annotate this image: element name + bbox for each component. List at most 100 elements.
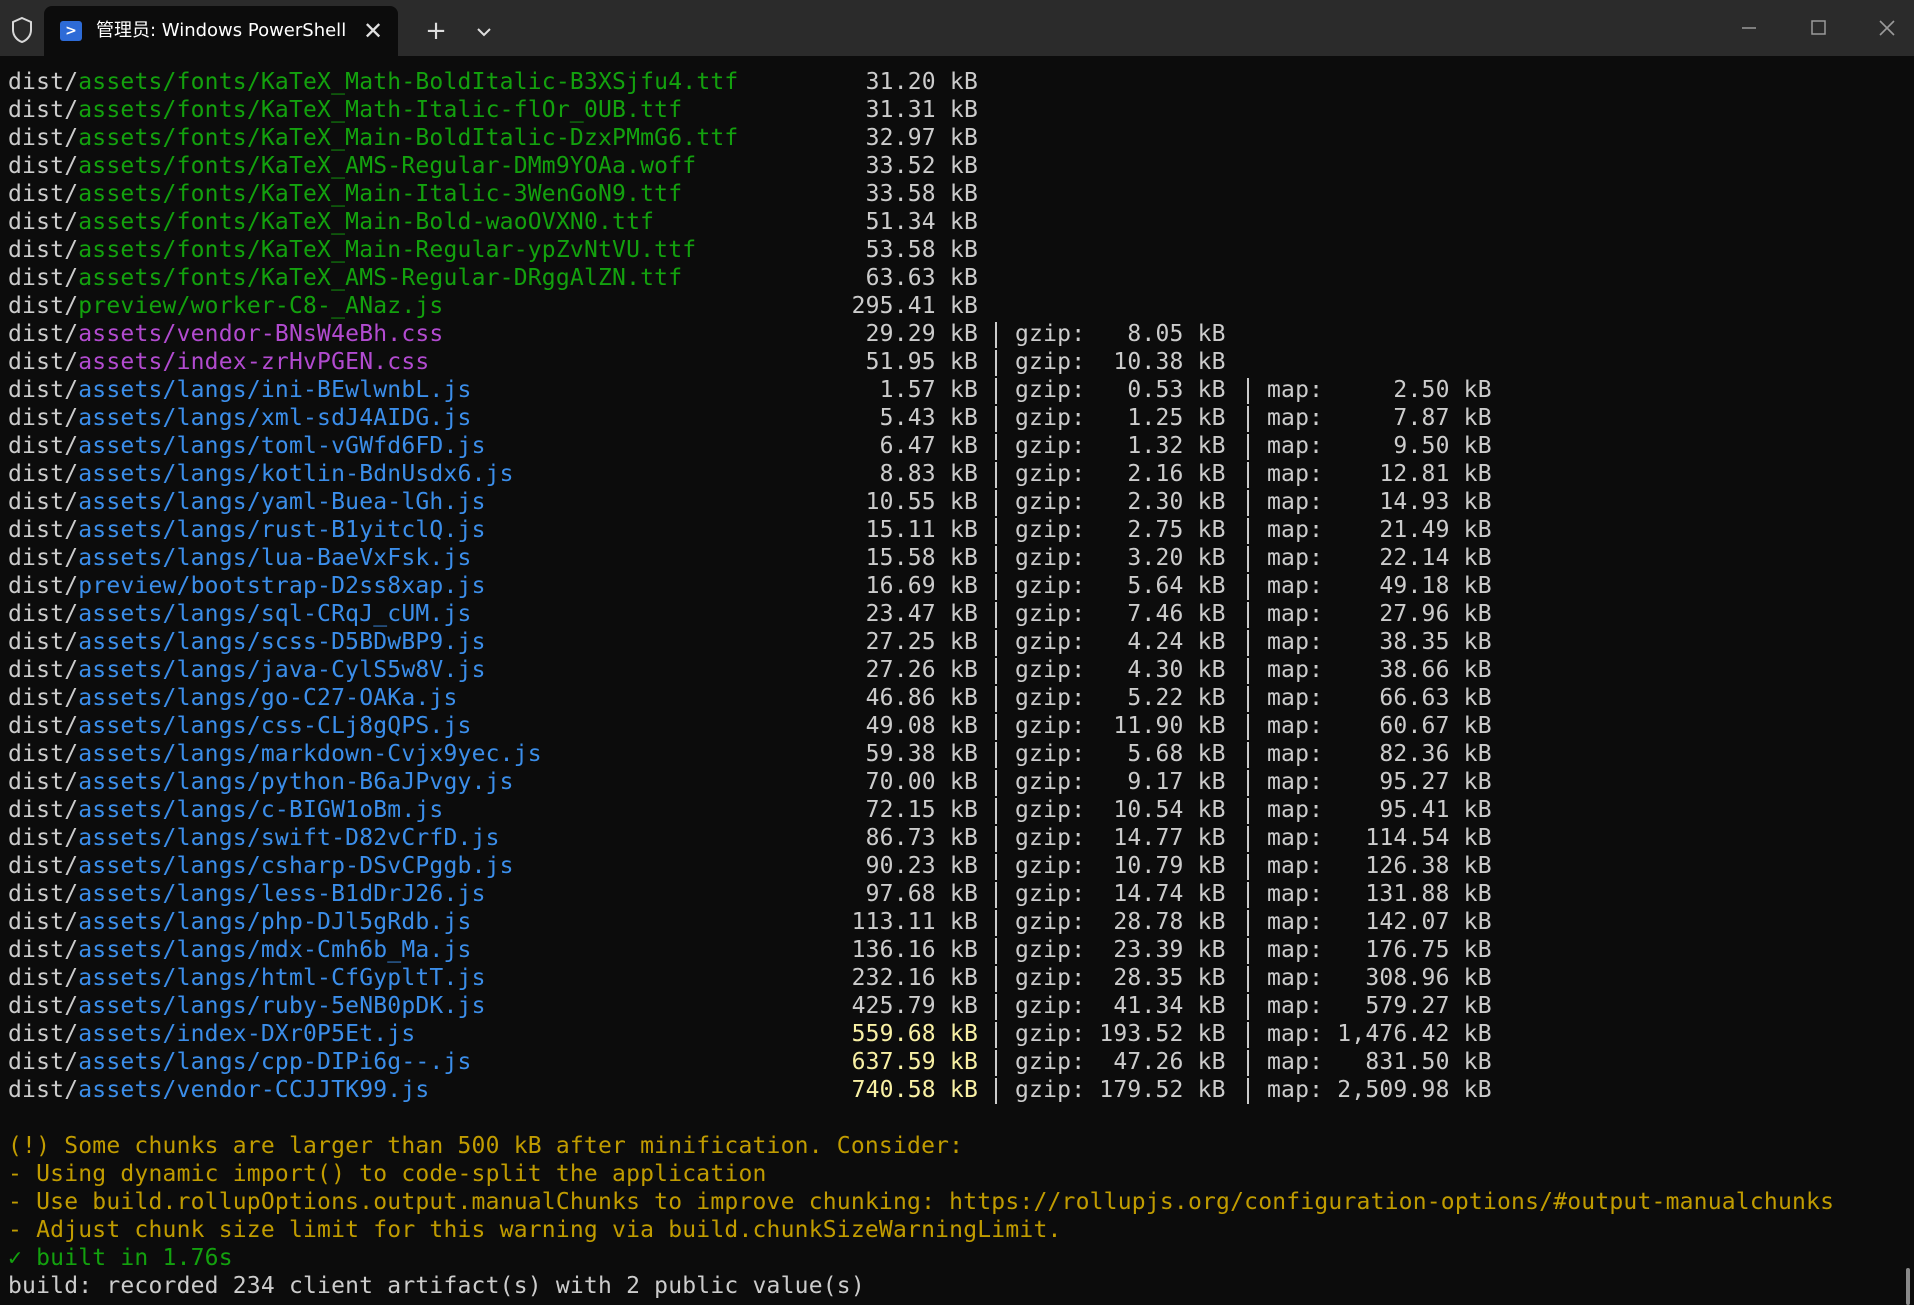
column-separator — [995, 490, 997, 516]
terminal-line: dist/assets/langs/java-CylS5w8V.js 27.26 … — [8, 656, 1906, 684]
column-separator — [1247, 1078, 1249, 1104]
path-prefix: dist/ — [8, 97, 79, 123]
column-separator — [995, 994, 997, 1020]
terminal-line: dist/assets/fonts/KaTeX_Math-Italic-flOr… — [8, 96, 1906, 124]
terminal-output[interactable]: dist/assets/fonts/KaTeX_Math-BoldItalic-… — [8, 68, 1906, 1305]
gzip-size: gzip: 10.79 kB — [1015, 853, 1226, 879]
file-path: assets/fonts/KaTeX_AMS-Regular-DMm9YOAa.… — [78, 153, 697, 179]
column-separator — [995, 798, 997, 824]
map-size: map: 22.14 kB — [1267, 545, 1492, 571]
map-size: map: 27.96 kB — [1267, 601, 1492, 627]
file-path: assets/langs/ruby-5eNB0pDK.js — [78, 993, 486, 1019]
terminal-line: dist/assets/fonts/KaTeX_AMS-Regular-DRgg… — [8, 264, 1906, 292]
file-path: assets/vendor-CCJJTK99.js — [78, 1077, 430, 1103]
terminal-line: dist/assets/vendor-BNsW4eBh.css 29.29 kB g… — [8, 320, 1906, 348]
file-size: 559.68 kB — [851, 1021, 978, 1047]
gzip-size: gzip: 2.16 kB — [1015, 461, 1226, 487]
gzip-size: gzip: 28.78 kB — [1015, 909, 1226, 935]
gzip-size: gzip: 2.75 kB — [1015, 517, 1226, 543]
maximize-button[interactable] — [1798, 14, 1838, 42]
path-prefix: dist/ — [8, 489, 79, 515]
gzip-size: gzip: 4.30 kB — [1015, 657, 1226, 683]
file-size: 136.16 kB — [851, 937, 978, 963]
chevron-down-icon[interactable] — [472, 18, 496, 46]
column-separator — [995, 574, 997, 600]
map-size: map: 9.50 kB — [1267, 433, 1492, 459]
gzip-size: gzip: 8.05 kB — [1015, 321, 1226, 347]
file-path: assets/langs/less-B1dDrJ26.js — [78, 881, 486, 907]
path-prefix: dist/ — [8, 685, 79, 711]
column-separator — [1247, 490, 1249, 516]
gzip-size: gzip: 9.17 kB — [1015, 769, 1226, 795]
title-bar: > 管理员: Windows PowerShell ✕ + — [0, 0, 1914, 56]
shield-icon[interactable] — [10, 16, 34, 44]
close-window-button[interactable] — [1866, 14, 1906, 42]
path-prefix: dist/ — [8, 993, 79, 1019]
path-prefix: dist/ — [8, 797, 79, 823]
map-size: map: 14.93 kB — [1267, 489, 1492, 515]
terminal-line: dist/assets/langs/kotlin-BdnUsdx6.js 8.83… — [8, 460, 1906, 488]
path-prefix: dist/ — [8, 881, 79, 907]
column-separator — [995, 826, 997, 852]
scrollbar[interactable] — [1906, 1268, 1910, 1305]
terminal-line: dist/assets/langs/yaml-Buea-lGh.js 10.55 … — [8, 488, 1906, 516]
terminal-line: dist/assets/fonts/KaTeX_Main-BoldItalic-… — [8, 124, 1906, 152]
minimize-button[interactable] — [1728, 14, 1768, 42]
map-size: map: 66.63 kB — [1267, 685, 1492, 711]
terminal-line: dist/assets/langs/css-CLj8gQPS.js 49.08 k… — [8, 712, 1906, 740]
column-separator — [1247, 798, 1249, 824]
column-separator — [995, 742, 997, 768]
file-path: assets/langs/kotlin-BdnUsdx6.js — [78, 461, 514, 487]
path-prefix: dist/ — [8, 713, 79, 739]
new-tab-button[interactable]: + — [420, 16, 452, 48]
file-path: preview/worker-C8-_ANaz.js — [78, 293, 444, 319]
terminal-line: dist/assets/fonts/KaTeX_AMS-Regular-DMm9… — [8, 152, 1906, 180]
terminal-line: dist/assets/index-zrHvPGEN.css 51.95 kB gz… — [8, 348, 1906, 376]
terminal-line: dist/assets/langs/go-C27-OAKa.js 46.86 kB… — [8, 684, 1906, 712]
map-size: map: 12.81 kB — [1267, 461, 1492, 487]
column-separator — [995, 938, 997, 964]
file-size: 232.16 kB — [851, 965, 978, 991]
column-separator — [995, 322, 997, 348]
file-path: assets/langs/csharp-DSvCPggb.js — [78, 853, 514, 879]
gzip-size: gzip: 10.54 kB — [1015, 797, 1226, 823]
terminal-line: dist/assets/langs/cpp-DIPi6g--.js 637.59 … — [8, 1048, 1906, 1076]
success-line: ✓ built in 1.76s — [8, 1245, 233, 1271]
gzip-size: gzip: 0.53 kB — [1015, 377, 1226, 403]
terminal-line: dist/assets/langs/ruby-5eNB0pDK.js 425.79… — [8, 992, 1906, 1020]
terminal-line: dist/assets/langs/ini-BEwlwnbL.js 1.57 kB… — [8, 376, 1906, 404]
terminal-line: dist/assets/langs/scss-D5BDwBP9.js 27.25 … — [8, 628, 1906, 656]
terminal-line: dist/assets/langs/lua-BaeVxFsk.js 15.58 k… — [8, 544, 1906, 572]
close-tab-button[interactable]: ✕ — [359, 17, 387, 45]
powershell-icon: > — [60, 21, 82, 41]
column-separator — [1247, 574, 1249, 600]
map-size: map: 114.54 kB — [1267, 825, 1492, 851]
file-path: assets/index-zrHvPGEN.css — [78, 349, 430, 375]
tab-powershell[interactable]: > 管理员: Windows PowerShell ✕ — [44, 6, 398, 56]
terminal-line: dist/assets/langs/markdown-Cvjx9yec.js 59… — [8, 740, 1906, 768]
column-separator — [995, 350, 997, 376]
terminal-line: dist/assets/langs/toml-vGWfd6FD.js 6.47 k… — [8, 432, 1906, 460]
column-separator — [995, 378, 997, 404]
path-prefix: dist/ — [8, 349, 79, 375]
path-prefix: dist/ — [8, 461, 79, 487]
file-size: 23.47 kB — [865, 601, 978, 627]
map-size: map: 176.75 kB — [1267, 937, 1492, 963]
gzip-size: gzip: 47.26 kB — [1015, 1049, 1226, 1075]
path-prefix: dist/ — [8, 405, 79, 431]
terminal-line: dist/preview/worker-C8-_ANaz.js 295.41 kB — [8, 292, 1906, 320]
tab-title: 管理员: Windows PowerShell — [96, 20, 347, 41]
file-size: 46.86 kB — [865, 685, 978, 711]
column-separator — [995, 434, 997, 460]
output-line: build: recorded 234 client artifact(s) w… — [8, 1273, 865, 1299]
file-path: assets/fonts/KaTeX_Math-BoldItalic-B3XSj… — [78, 69, 739, 95]
map-size: map: 21.49 kB — [1267, 517, 1492, 543]
terminal-line: dist/assets/langs/csharp-DSvCPggb.js 90.2… — [8, 852, 1906, 880]
terminal-line: dist/assets/langs/rust-B1yitclQ.js 15.11 … — [8, 516, 1906, 544]
file-path: assets/langs/yaml-Buea-lGh.js — [78, 489, 486, 515]
file-size: 6.47 kB — [879, 433, 978, 459]
map-size: map: 38.66 kB — [1267, 657, 1492, 683]
path-prefix: dist/ — [8, 181, 79, 207]
path-prefix: dist/ — [8, 265, 79, 291]
terminal-line: dist/assets/fonts/KaTeX_Math-BoldItalic-… — [8, 68, 1906, 96]
